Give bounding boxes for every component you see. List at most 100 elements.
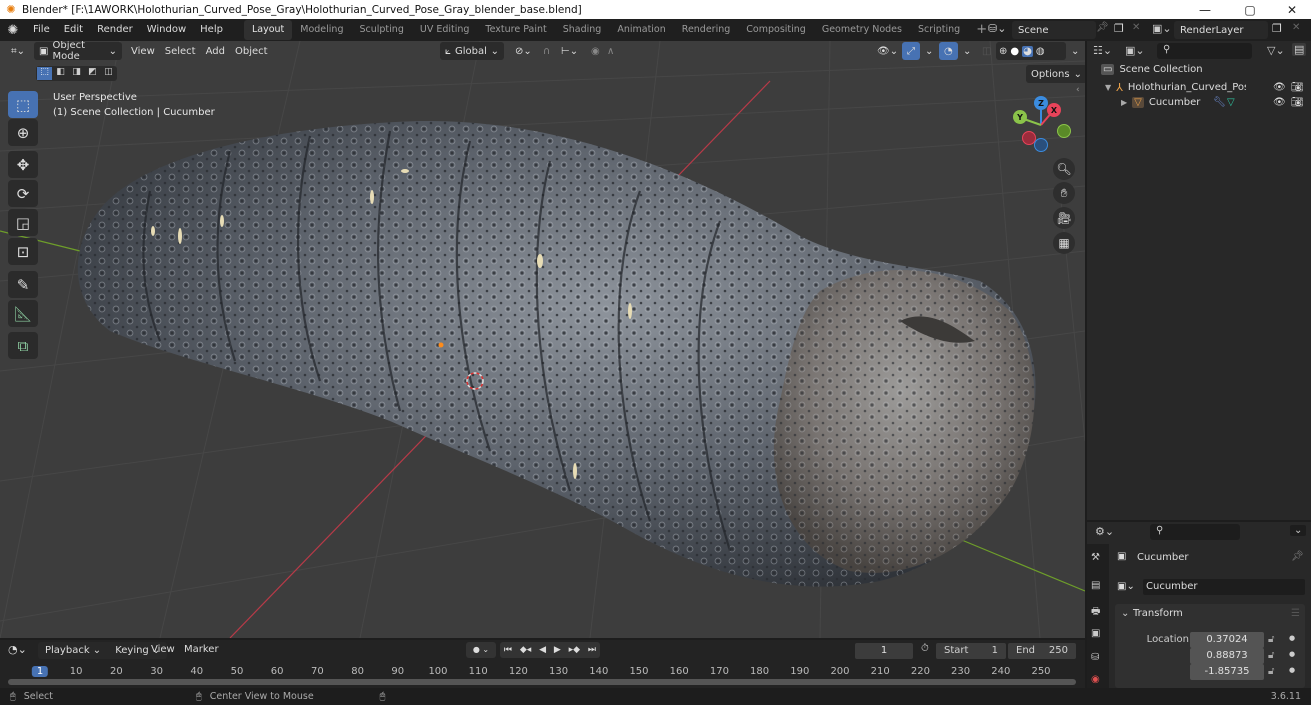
view-layer-tab-icon[interactable]: ▣ (1091, 628, 1100, 639)
transform-panel-title[interactable]: Transform (1133, 608, 1183, 619)
scene-field[interactable]: Scene (1012, 21, 1096, 39)
tab-shading[interactable]: Shading (555, 20, 610, 40)
object-data-selector-icon[interactable]: ▣⌄ (1117, 581, 1135, 592)
tool-measure[interactable]: 📐︎ (8, 300, 38, 327)
select-intersect-icon[interactable]: ◫ (101, 67, 116, 80)
tab-geometry-nodes[interactable]: Geometry Nodes (814, 20, 910, 40)
pin-icon[interactable]: 📌︎ (1291, 551, 1304, 562)
zoom-view-button[interactable]: 🔍︎ (1053, 158, 1075, 180)
tab-sculpting[interactable]: Sculpting (351, 20, 411, 40)
filter-icon[interactable]: ▽⌄ (1267, 44, 1285, 57)
gizmo-z-axis[interactable]: Z (1034, 96, 1048, 110)
menu-help[interactable]: Help (193, 19, 230, 41)
tool-move[interactable]: ✥ (8, 151, 38, 178)
tab-modeling[interactable]: Modeling (292, 20, 351, 40)
lock-icon[interactable]: 🔓︎ (1268, 650, 1274, 661)
tool-add-cube[interactable]: ⧉ (8, 332, 38, 359)
outliner-item-cucumber[interactable]: ▶ ▽ Cucumber 🔧︎ ▽ 👁︎ 📷︎ (1121, 97, 1305, 108)
properties-options-chevron-icon[interactable]: ⌄ (1290, 525, 1307, 536)
outliner-search-input[interactable]: ⚲ (1157, 43, 1252, 59)
tool-cursor[interactable]: ⊕ (8, 119, 38, 146)
tool-transform[interactable]: ⊡ (8, 238, 38, 265)
menu-object[interactable]: Object (230, 42, 273, 60)
menu-select[interactable]: Select (160, 42, 201, 60)
tab-rendering[interactable]: Rendering (674, 20, 739, 40)
display-mode-icon[interactable]: ▣⌄ (1125, 44, 1145, 57)
blender-menu-icon[interactable]: ✺ (0, 23, 26, 38)
lock-icon[interactable]: 🔓︎ (1268, 634, 1274, 645)
new-collection-icon[interactable]: ▤ (1292, 43, 1307, 56)
select-invert-icon[interactable]: ◩ (85, 67, 100, 80)
location-x-field[interactable]: 0.37024 (1190, 632, 1264, 648)
mesh-data-icon[interactable]: ▽ (1227, 97, 1235, 108)
navigation-gizmo[interactable]: Z X Y (1005, 93, 1080, 155)
select-new-icon[interactable]: ⬚ (37, 67, 52, 80)
object-name-field[interactable]: Cucumber (1143, 579, 1305, 595)
lock-icon[interactable]: 🔓︎ (1268, 666, 1274, 677)
view-layer-field[interactable]: RenderLayer (1174, 21, 1268, 39)
tab-texture-paint[interactable]: Texture Paint (477, 20, 554, 40)
output-tab-icon[interactable]: 🖶︎ (1091, 604, 1100, 621)
menu-add[interactable]: Add (201, 42, 230, 60)
tab-compositing[interactable]: Compositing (738, 20, 814, 40)
properties-search-input[interactable]: ⚲ (1150, 524, 1240, 540)
3d-viewport[interactable]: ⌗⌄ ▣ Object Mode ⌄ View Select Add Objec… (0, 41, 1085, 638)
tool-select-box[interactable]: ⬚ (8, 91, 38, 118)
pin-scene-icon[interactable]: 📌︎ (1096, 22, 1109, 33)
tab-scripting[interactable]: Scripting (910, 20, 968, 40)
perspective-toggle-button[interactable]: ▦ (1053, 232, 1075, 254)
new-view-layer-icon[interactable]: ❐ (1272, 22, 1282, 35)
sidebar-toggle-icon[interactable]: ‹ (1076, 85, 1080, 95)
menu-edit[interactable]: Edit (57, 19, 90, 41)
gizmo-neg-y-axis[interactable] (1057, 124, 1071, 138)
keyframe-dot-icon[interactable]: ● (1289, 634, 1295, 642)
location-y-field[interactable]: 0.88873 (1190, 648, 1264, 664)
modifier-wrench-icon[interactable]: 🔧︎ (1213, 97, 1226, 108)
delete-view-layer-icon[interactable]: ✕ (1292, 22, 1300, 33)
maximize-button[interactable]: ▢ (1230, 0, 1270, 19)
outliner-editor-type-icon[interactable]: ☷⌄ (1093, 44, 1112, 57)
minimize-button[interactable]: — (1185, 0, 1225, 19)
camera-render-icon[interactable]: 📷︎ (1291, 97, 1304, 108)
eye-icon[interactable]: 👁︎ (1273, 82, 1286, 93)
tool-annotate[interactable]: ✎ (8, 271, 38, 298)
playhead-current-frame[interactable]: 1 (31, 666, 49, 677)
close-button[interactable]: ✕ (1272, 0, 1311, 19)
timeline-scrollbar[interactable] (8, 679, 1076, 685)
tab-uv-editing[interactable]: UV Editing (412, 20, 478, 40)
tool-tab-icon[interactable]: ⚒ (1091, 552, 1100, 563)
drag-handle-icon[interactable]: ☰ (1291, 608, 1300, 619)
outliner-scene-collection[interactable]: ▭ Scene Collection (1101, 64, 1203, 75)
select-extend-icon[interactable]: ◧ (53, 67, 68, 80)
mode-selector[interactable]: ▣ Object Mode ⌄ (34, 41, 123, 62)
options-button[interactable]: Options ⌄ (1026, 65, 1085, 83)
expand-arrow-icon[interactable]: ▼ (1105, 83, 1111, 92)
menu-view[interactable]: View (126, 42, 160, 60)
properties-editor-type-icon[interactable]: ⚙⌄ (1095, 525, 1114, 538)
render-tab-icon[interactable]: ▤ (1091, 580, 1100, 591)
tab-layout[interactable]: Layout (243, 20, 293, 40)
scene-selector-icon[interactable]: ⛁⌄ (988, 22, 1006, 35)
world-tab-icon[interactable]: ◉ (1091, 674, 1100, 685)
outliner-item-holothurian[interactable]: ▼ ⅄ Holothurian_Curved_Pose_Gi 👁︎ 📷︎ (1105, 81, 1305, 94)
scene-tab-icon[interactable]: ⛁ (1091, 652, 1099, 663)
editor-type-icon[interactable]: ⌗⌄ (6, 42, 30, 60)
camera-view-button[interactable]: 🎥︎ (1053, 207, 1075, 229)
menu-render[interactable]: Render (90, 19, 140, 41)
eye-icon[interactable]: 👁︎ (1273, 97, 1286, 108)
new-scene-icon[interactable]: ❐ (1114, 22, 1124, 35)
sea-cucumber-model[interactable] (77, 120, 1036, 587)
delete-scene-icon[interactable]: ✕ (1132, 22, 1140, 33)
gizmo-neg-z-axis[interactable] (1034, 138, 1048, 152)
camera-render-icon[interactable]: 📷︎ (1291, 82, 1304, 93)
panel-collapse-icon[interactable]: ⌄ (1121, 608, 1129, 619)
location-z-field[interactable]: -1.85735 (1190, 664, 1264, 680)
select-subtract-icon[interactable]: ◨ (69, 67, 84, 80)
tool-rotate[interactable]: ⟳ (8, 180, 38, 207)
frame-ruler[interactable]: 1 10 20 30 40 50 60 70 80 90 100 110 120 130 140 150 160… (0, 640, 1085, 680)
tab-animation[interactable]: Animation (609, 20, 673, 40)
collapse-arrow-icon[interactable]: ▶ (1121, 98, 1127, 107)
keyframe-dot-icon[interactable]: ● (1289, 650, 1295, 658)
pan-view-button[interactable]: ✋︎ (1053, 182, 1075, 204)
tool-scale[interactable]: ◲ (8, 209, 38, 236)
